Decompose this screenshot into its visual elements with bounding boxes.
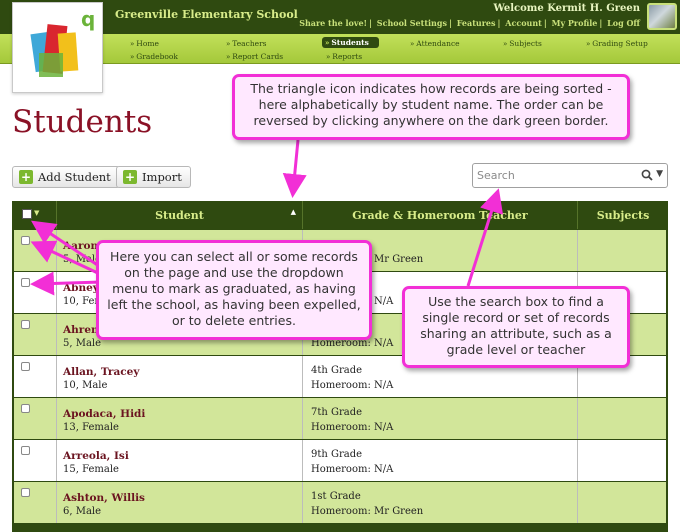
homeroom-text: Homeroom: Mr Green xyxy=(311,506,424,517)
avatar[interactable] xyxy=(647,3,677,30)
search-box[interactable]: ▼ xyxy=(472,163,668,188)
nav-gradebook[interactable]: Gradebook xyxy=(130,52,178,61)
row-checkbox[interactable] xyxy=(21,362,30,371)
table-row[interactable]: Apodaca, Hidi 13, Female 7th Grade Homer… xyxy=(14,398,666,439)
select-all-column[interactable]: ▼ xyxy=(12,201,56,229)
subjects-cell xyxy=(577,398,666,439)
student-info: 13, Female xyxy=(63,422,119,433)
row-checkbox[interactable] xyxy=(21,404,30,413)
grade-cell: 7th Grade Homeroom: N/A xyxy=(302,398,577,439)
plus-icon: + xyxy=(123,170,137,184)
subjects-cell xyxy=(577,440,666,481)
add-student-button[interactable]: + Add Student xyxy=(12,166,120,188)
welcome-text: Welcome Kermit H. Green xyxy=(493,3,640,14)
student-info: 10, Male xyxy=(63,380,108,391)
homeroom-text: Homeroom: N/A xyxy=(311,380,394,391)
school-logo[interactable]: q xyxy=(12,2,103,93)
student-info: 5, Male xyxy=(63,338,102,349)
features-link[interactable]: Features xyxy=(457,18,496,28)
row-checkbox[interactable] xyxy=(21,488,30,497)
grade-cell: 1st Grade Homeroom: Mr Green xyxy=(302,482,577,523)
row-checkbox[interactable] xyxy=(21,446,30,455)
sort-callout: The triangle icon indicates how records … xyxy=(232,74,630,140)
my-profile-link[interactable]: My Profile xyxy=(552,18,598,28)
column-header-student[interactable]: Student ▲ xyxy=(56,201,302,229)
plus-icon: + xyxy=(19,170,33,184)
logo-letter: q xyxy=(81,7,96,31)
column-label: Student xyxy=(155,209,204,222)
column-label: Subjects xyxy=(596,209,650,222)
school-name: Greenville Elementary School xyxy=(115,8,298,21)
nav-grading-setup[interactable]: Grading Setup xyxy=(586,39,648,48)
select-all-checkbox[interactable] xyxy=(22,209,32,219)
table-header: ▼ Student ▲ Grade & Homeroom Teacher Sub… xyxy=(12,201,668,229)
column-header-grade[interactable]: Grade & Homeroom Teacher xyxy=(302,201,577,229)
nav-subjects[interactable]: Subjects xyxy=(503,39,542,48)
subjects-cell xyxy=(577,230,666,271)
homeroom-text: Homeroom: N/A xyxy=(311,422,394,433)
student-cell: Ashton, Willis 6, Male xyxy=(56,482,302,523)
nav-students[interactable]: Students xyxy=(322,37,379,48)
grade-cell: 9th Grade Homeroom: N/A xyxy=(302,440,577,481)
chevron-down-icon[interactable]: ▼ xyxy=(34,208,39,217)
account-link[interactable]: Account xyxy=(505,18,542,28)
row-checkbox[interactable] xyxy=(21,278,30,287)
page-title: Students xyxy=(12,104,153,140)
student-name[interactable]: Aaron xyxy=(63,240,98,252)
share-link[interactable]: Share the love! xyxy=(299,18,367,28)
nav-reports[interactable]: Reports xyxy=(326,52,362,61)
column-label: Grade & Homeroom Teacher xyxy=(352,209,528,222)
logo-shape xyxy=(39,53,63,77)
chevron-down-icon[interactable]: ▼ xyxy=(656,169,663,179)
nav-attendance[interactable]: Attendance xyxy=(410,39,459,48)
account-links: Share the love! | School Settings | Featur… xyxy=(299,18,640,28)
row-checkbox[interactable] xyxy=(21,236,30,245)
table-row[interactable]: Arreola, Isi 15, Female 9th Grade Homero… xyxy=(14,440,666,481)
school-settings-link[interactable]: School Settings xyxy=(377,18,447,28)
add-student-label: Add Student xyxy=(38,170,111,184)
search-callout: Use the search box to find a single reco… xyxy=(402,286,630,368)
student-name[interactable]: Arreola, Isi xyxy=(63,450,129,462)
search-input[interactable] xyxy=(477,167,627,184)
table-row[interactable]: Ashton, Willis 6, Male 1st Grade Homeroo… xyxy=(14,482,666,523)
column-header-subjects[interactable]: Subjects xyxy=(577,201,668,229)
log-off-link[interactable]: Log Off xyxy=(607,18,640,28)
nav-teachers[interactable]: Teachers xyxy=(226,39,266,48)
homeroom-text: Homeroom: N/A xyxy=(311,464,394,475)
nav-report-cards[interactable]: Report Cards xyxy=(226,52,283,61)
grade-text: 7th Grade xyxy=(311,407,363,418)
student-info: 15, Female xyxy=(63,464,119,475)
sort-arrow xyxy=(282,139,307,198)
student-cell: Arreola, Isi 15, Female xyxy=(56,440,302,481)
sort-triangle-icon[interactable]: ▲ xyxy=(291,207,296,216)
grade-text: 4th Grade xyxy=(311,365,363,376)
import-button[interactable]: + Import xyxy=(116,166,191,188)
select-callout: Here you can select all or some records … xyxy=(96,240,372,340)
nav-home[interactable]: Home xyxy=(130,39,159,48)
student-info: 6, Male xyxy=(63,506,102,517)
student-cell: Apodaca, Hidi 13, Female xyxy=(56,398,302,439)
subjects-cell xyxy=(577,482,666,523)
grade-text: 9th Grade xyxy=(311,449,363,460)
student-name[interactable]: Allan, Tracey xyxy=(63,366,139,378)
search-icon[interactable] xyxy=(641,169,653,181)
import-label: Import xyxy=(142,170,182,184)
grade-text: 1st Grade xyxy=(311,491,361,502)
student-name[interactable]: Apodaca, Hidi xyxy=(63,408,145,420)
student-cell: Allan, Tracey 10, Male xyxy=(56,356,302,397)
student-name[interactable]: Ashton, Willis xyxy=(63,492,145,504)
student-name[interactable]: Abney xyxy=(63,282,99,294)
row-checkbox[interactable] xyxy=(21,320,30,329)
